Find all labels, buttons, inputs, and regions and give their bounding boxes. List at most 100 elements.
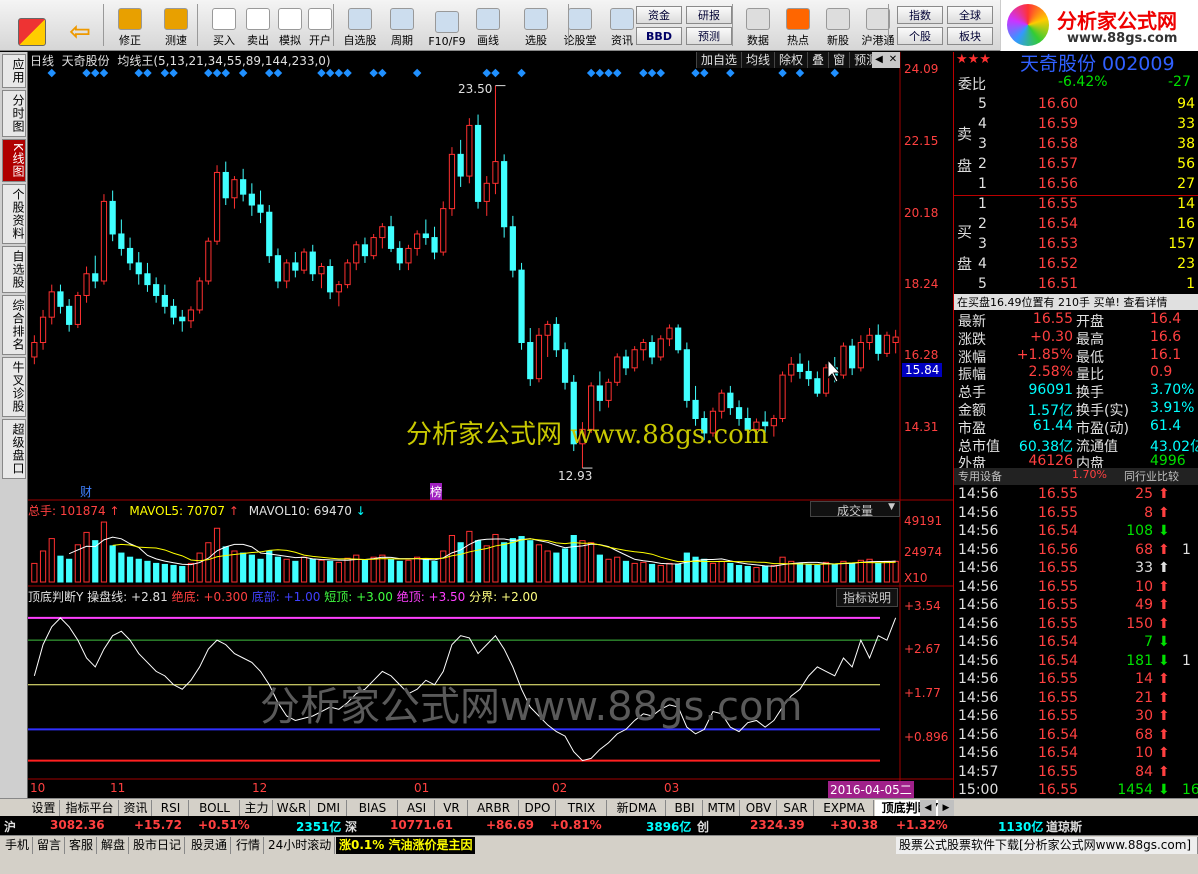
- indicator-tab-7[interactable]: DMI: [311, 800, 347, 816]
- status-item-7[interactable]: 24小时滚动: [265, 837, 336, 854]
- orderbook-row[interactable]: 5 16.60 94: [954, 96, 1198, 116]
- bbd-button[interactable]: BBD: [636, 27, 682, 45]
- status-item-4[interactable]: 股市日记: [130, 837, 186, 854]
- orderbook-row[interactable]: 1 16.56 27: [954, 176, 1198, 196]
- sell-button[interactable]: 卖出: [240, 3, 276, 48]
- orderbook-row[interactable]: 1 16.55 14: [954, 196, 1198, 216]
- indicator-tab-10[interactable]: VR: [436, 800, 468, 816]
- orderbook-row[interactable]: 3 16.53 157: [954, 236, 1198, 256]
- indicator-tab-15[interactable]: BBI: [667, 800, 703, 816]
- up-arrow-icon: ↑: [228, 504, 239, 518]
- indicator-tab-16[interactable]: MTM: [704, 800, 740, 816]
- indicator-tab-13[interactable]: TRIX: [557, 800, 607, 816]
- forecast-button[interactable]: 预测: [686, 27, 732, 45]
- indicator-tab-8[interactable]: BIAS: [348, 800, 398, 816]
- nav-item-2[interactable]: K线图: [2, 139, 26, 182]
- scroll-left-button[interactable]: ◀: [872, 52, 886, 68]
- rank-marker[interactable]: 榜: [430, 483, 443, 500]
- orderbook-row[interactable]: 5 16.51 1: [954, 276, 1198, 296]
- news-ticker[interactable]: 涨0.1% 汽油涨价是主因: [336, 837, 476, 854]
- indicator-tab-11[interactable]: ARBR: [469, 800, 519, 816]
- indicator-help-button[interactable]: 指标说明: [836, 588, 899, 607]
- period-label[interactable]: 日线: [30, 54, 54, 68]
- data-button[interactable]: 数据: [740, 3, 776, 48]
- sector-button[interactable]: 板块: [947, 27, 993, 45]
- down-arrow-icon: ⬇: [1158, 652, 1170, 669]
- new-stock-button[interactable]: 新股: [820, 3, 856, 48]
- cy-value[interactable]: 2324.39: [750, 818, 805, 832]
- status-item-6[interactable]: 行情: [233, 837, 265, 854]
- f10-button[interactable]: F10/F9: [424, 3, 470, 48]
- indicator-tab-5[interactable]: 主力: [241, 800, 273, 816]
- indicator-tab-4[interactable]: BOLL: [190, 800, 240, 816]
- level: 5: [978, 276, 987, 292]
- nav-item-5[interactable]: 综合排名: [2, 294, 26, 355]
- status-item-5[interactable]: 股灵通: [188, 837, 232, 854]
- status-item-2[interactable]: 客服: [66, 837, 98, 854]
- measure-button[interactable]: 测速: [158, 3, 194, 48]
- indicator-tab-12[interactable]: DPO: [520, 800, 556, 816]
- orderbook-row[interactable]: 4 16.52 23: [954, 256, 1198, 276]
- volume-bar: [675, 563, 682, 583]
- nav-item-1[interactable]: 分时图: [2, 90, 26, 137]
- nav-item-4[interactable]: 自选股: [2, 245, 26, 293]
- orderbook-row[interactable]: 2 16.57 56: [954, 156, 1198, 176]
- info-button[interactable]: 资讯: [604, 3, 640, 48]
- global-button[interactable]: 全球: [947, 6, 993, 24]
- orderbook-row[interactable]: 2 16.54 16: [954, 216, 1198, 236]
- header-button-3[interactable]: 叠: [807, 52, 829, 68]
- indicator-tab-1[interactable]: 指标平台: [61, 800, 119, 816]
- header-button-2[interactable]: 除权: [774, 52, 808, 68]
- research-button[interactable]: 研报: [686, 6, 732, 24]
- close-button[interactable]: ✕: [886, 52, 900, 68]
- indicator-name[interactable]: 均线王(5,13,21,34,55,89,144,233,0): [117, 54, 330, 68]
- indicator-tab-17[interactable]: OBV: [741, 800, 777, 816]
- candle-body: [631, 349, 638, 369]
- big-order-notice[interactable]: 在买盘16.49位置有 210手 买单! 查看详情: [954, 294, 1198, 310]
- header-button-0[interactable]: 加自选: [696, 52, 742, 68]
- header-button-4[interactable]: 窗: [828, 52, 850, 68]
- indicator-tab-6[interactable]: W&R: [274, 800, 310, 816]
- volume-dropdown[interactable]: 成交量 ▼: [810, 501, 900, 518]
- fix-button[interactable]: 修正: [112, 3, 148, 48]
- stock-button[interactable]: 个股: [897, 27, 943, 45]
- orderbook-row[interactable]: 3 16.58 38: [954, 136, 1198, 156]
- orderbook-row[interactable]: 4 16.59 33: [954, 116, 1198, 136]
- buy-button[interactable]: 买入: [206, 3, 242, 48]
- status-item-3[interactable]: 解盘: [98, 837, 130, 854]
- indicator-tab-18[interactable]: SAR: [778, 800, 814, 816]
- stat-row: 金额 1.57亿 换手(实) 3.91%: [954, 400, 1198, 419]
- watchlist-button[interactable]: 自选股: [342, 3, 378, 48]
- indicator-title[interactable]: 顶底判断Y: [28, 590, 83, 604]
- indicator-tab-0[interactable]: 设置: [28, 800, 60, 816]
- index-button[interactable]: 指数: [897, 6, 943, 24]
- capital-button[interactable]: 资金: [636, 6, 682, 24]
- indicator-tab-19[interactable]: EXPMA: [815, 800, 874, 816]
- nav-item-0[interactable]: 应用: [2, 54, 26, 88]
- nav-item-6[interactable]: 牛叉诊股: [2, 356, 26, 417]
- indicator-tab-2[interactable]: 资讯: [120, 800, 152, 816]
- hk-connect-button[interactable]: 沪港通: [860, 3, 896, 48]
- period-button[interactable]: 周期: [384, 3, 420, 48]
- sh-value[interactable]: 3082.36: [50, 818, 105, 832]
- up-arrow-icon: ⬆: [1158, 597, 1170, 613]
- finance-marker[interactable]: 财: [80, 483, 92, 500]
- indicator-tab-14[interactable]: 新DMA: [608, 800, 666, 816]
- header-button-1[interactable]: 均线: [741, 52, 775, 68]
- home-button[interactable]: [14, 3, 50, 48]
- nav-item-3[interactable]: 个股资料: [2, 183, 26, 244]
- hot-button[interactable]: 热点: [780, 3, 816, 48]
- indicator-tab-9[interactable]: ASI: [399, 800, 435, 816]
- sz-value[interactable]: 10771.61: [390, 818, 453, 832]
- back-button[interactable]: ⇦: [60, 3, 100, 48]
- nav-item-7[interactable]: 超级盘口: [2, 418, 26, 479]
- compare-button[interactable]: 同行业比较: [1124, 468, 1179, 484]
- site-link[interactable]: 股票公式股票软件下载[分析家公式网www.88gs.com]: [896, 837, 1198, 854]
- status-item-1[interactable]: 留言: [34, 837, 66, 854]
- tab-scroll-left[interactable]: ◀: [920, 800, 936, 816]
- draw-button[interactable]: 画线: [470, 3, 506, 48]
- tab-scroll-right[interactable]: ▶: [938, 800, 954, 816]
- indicator-tab-3[interactable]: RSI: [153, 800, 189, 816]
- status-item-0[interactable]: 手机: [2, 837, 34, 854]
- select-stock-button[interactable]: 选股: [518, 3, 554, 48]
